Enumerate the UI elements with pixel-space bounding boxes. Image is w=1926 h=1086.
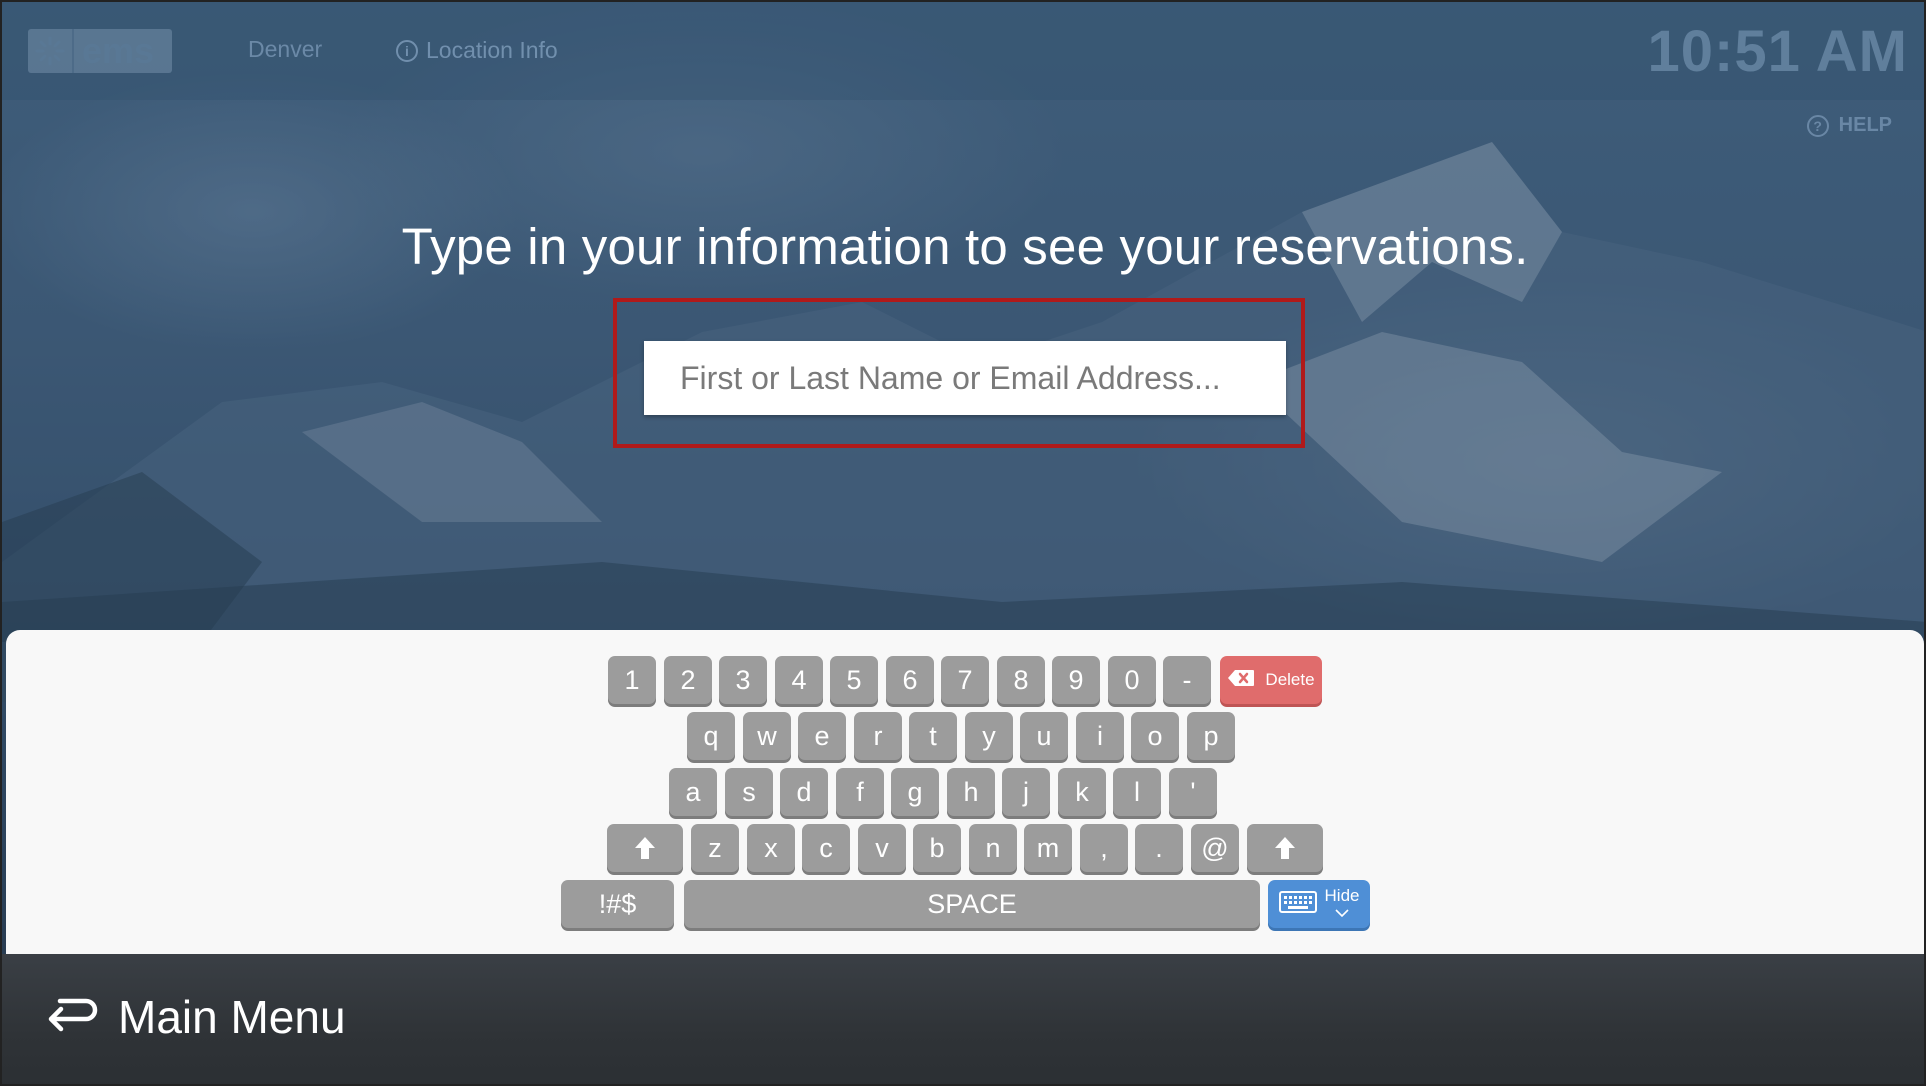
chevron-down-icon <box>1335 904 1349 920</box>
help-button[interactable]: ? HELP <box>1806 114 1892 137</box>
key-g[interactable]: g <box>891 768 939 816</box>
hide-keyboard-button[interactable]: Hide <box>1268 880 1370 928</box>
sunburst-icon <box>28 29 74 73</box>
key-3[interactable]: 3 <box>719 656 767 704</box>
key-y[interactable]: y <box>965 712 1013 760</box>
symbols-key[interactable]: !#$ <box>561 880 674 928</box>
on-screen-keyboard: 1 2 3 4 5 6 7 8 9 0 - Delete q w e r t y… <box>6 630 1924 954</box>
search-input[interactable] <box>644 341 1286 415</box>
key-9[interactable]: 9 <box>1052 656 1100 704</box>
key-o[interactable]: o <box>1131 712 1179 760</box>
delete-label: Delete <box>1265 670 1315 689</box>
key-d[interactable]: d <box>780 768 828 816</box>
key-k[interactable]: k <box>1058 768 1106 816</box>
key-r[interactable]: r <box>854 712 902 760</box>
key-x[interactable]: x <box>747 824 795 872</box>
key-s[interactable]: s <box>725 768 773 816</box>
backspace-icon <box>1227 669 1255 692</box>
shift-key-left[interactable] <box>607 824 683 872</box>
clock: 10:51 AM <box>1647 19 1908 84</box>
question-icon: ? <box>1806 114 1829 137</box>
kiosk-screen: ems Denver i Location Info 10:51 AM ? HE… <box>0 0 1926 1086</box>
key-4[interactable]: 4 <box>775 656 823 704</box>
hide-label: Hide <box>1324 886 1360 905</box>
key-n[interactable]: n <box>969 824 1017 872</box>
key-1[interactable]: 1 <box>608 656 656 704</box>
space-key[interactable]: SPACE <box>684 880 1260 928</box>
main-menu-label: Main Menu <box>118 991 346 1043</box>
location-name: Denver <box>248 36 323 62</box>
key-8[interactable]: 8 <box>997 656 1045 704</box>
key-f[interactable]: f <box>836 768 884 816</box>
key-h[interactable]: h <box>947 768 995 816</box>
key-z[interactable]: z <box>691 824 739 872</box>
key-2[interactable]: 2 <box>664 656 712 704</box>
key-t[interactable]: t <box>909 712 957 760</box>
footer-bar: Main Menu <box>2 954 1924 1084</box>
top-bar: ems Denver i Location Info 10:51 AM <box>2 2 1924 100</box>
page-prompt: Type in your information to see your res… <box>401 218 1529 275</box>
key-apostrophe[interactable]: ' <box>1169 768 1217 816</box>
key-c[interactable]: c <box>802 824 850 872</box>
logo-text: ems <box>82 30 155 71</box>
key-5[interactable]: 5 <box>830 656 878 704</box>
return-arrow-icon <box>46 990 98 1044</box>
key-i[interactable]: i <box>1076 712 1124 760</box>
key-6[interactable]: 6 <box>886 656 934 704</box>
delete-key[interactable]: Delete <box>1220 656 1322 704</box>
key-a[interactable]: a <box>669 768 717 816</box>
key-dash[interactable]: - <box>1163 656 1211 704</box>
key-at[interactable]: @ <box>1191 824 1239 872</box>
help-label: HELP <box>1838 114 1892 136</box>
shift-key-right[interactable] <box>1247 824 1323 872</box>
key-period[interactable]: . <box>1135 824 1183 872</box>
key-7[interactable]: 7 <box>941 656 989 704</box>
key-comma[interactable]: , <box>1080 824 1128 872</box>
key-v[interactable]: v <box>858 824 906 872</box>
key-e[interactable]: e <box>798 712 846 760</box>
keyboard-icon <box>1278 890 1317 918</box>
ems-logo: ems <box>28 29 172 73</box>
key-m[interactable]: m <box>1024 824 1072 872</box>
key-p[interactable]: p <box>1187 712 1235 760</box>
key-u[interactable]: u <box>1020 712 1068 760</box>
key-q[interactable]: q <box>687 712 735 760</box>
location-info-button[interactable]: i Location Info <box>396 37 558 64</box>
shift-arrow-icon <box>1275 837 1295 859</box>
key-0[interactable]: 0 <box>1108 656 1156 704</box>
main-menu-button[interactable]: Main Menu <box>46 990 346 1044</box>
key-w[interactable]: w <box>743 712 791 760</box>
key-b[interactable]: b <box>913 824 961 872</box>
key-j[interactable]: j <box>1002 768 1050 816</box>
location-info-label: Location Info <box>426 37 558 63</box>
info-icon: i <box>396 39 418 62</box>
key-l[interactable]: l <box>1113 768 1161 816</box>
shift-arrow-icon <box>635 837 655 859</box>
